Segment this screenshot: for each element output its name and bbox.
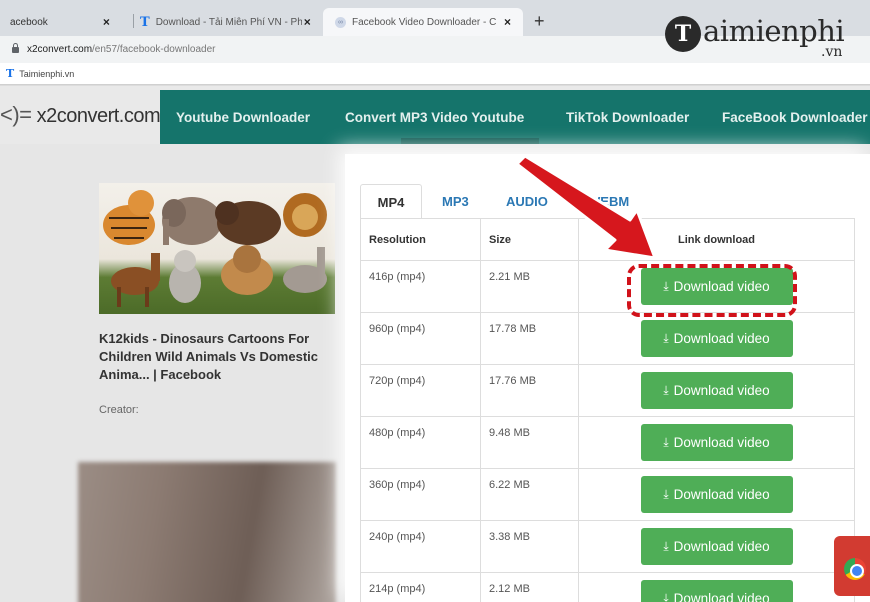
tab-separator [133,14,134,28]
tab-taimienphi[interactable]: T Download - Tải Miễn Phí VN - Ph × [140,8,320,36]
close-icon[interactable]: × [103,15,110,29]
download-video-button[interactable]: ⤓ Download video [640,320,793,357]
row-resolution: 214p (mp4) [360,572,481,602]
row-link-cell: ⤓ Download video [578,572,855,602]
download-icon: ⤓ [663,487,669,501]
watermark-suffix: .vn [821,44,843,60]
button-label: Download video [673,383,770,398]
table-row: 480p (mp4) 9.48 MB ⤓ Download video [360,416,855,469]
row-resolution: 240p (mp4) [360,520,481,573]
button-label: Download video [673,435,770,450]
row-resolution: 960p (mp4) [360,312,481,365]
bookmark-taimienphi[interactable]: Taimienphi.vn [19,69,74,79]
video-creator: Creator: [99,404,139,416]
new-tab-button[interactable]: + [534,11,545,32]
download-icon: ⤓ [663,539,669,553]
tab-mp4[interactable]: MP4 [360,184,422,219]
video-thumbnail [99,183,335,314]
close-icon[interactable]: × [304,15,311,29]
tab-title: acebook [10,16,48,28]
watermark-letter: T [665,16,701,52]
nav-youtube-downloader[interactable]: Youtube Downloader [176,90,310,144]
animals-illustration-icon [103,190,327,307]
table-row: 720p (mp4) 17.76 MB ⤓ Download video [360,364,855,417]
button-label: Download video [673,591,770,602]
table-row: 360p (mp4) 6.22 MB ⤓ Download video [360,468,855,521]
close-icon[interactable]: × [504,15,511,29]
lock-icon [12,43,19,53]
taimienphi-favicon-icon: T [140,14,150,30]
button-label: Download video [673,487,770,502]
nav-tiktok-downloader[interactable]: TikTok Downloader [566,90,689,144]
taimienphi-watermark-logo: T aimienphi .vn [663,8,868,64]
download-icon: ⤓ [663,383,669,397]
logo-bracket-icon: <)= [0,102,32,127]
site-logo[interactable]: <)= x2convert.com [0,102,161,128]
download-video-button[interactable]: ⤓ Download video [640,580,793,602]
tab-mp3[interactable]: MP3 [442,184,469,219]
row-size: 6.22 MB [480,468,579,521]
site-header: <)= x2convert.com Youtube Downloader Con… [0,86,870,144]
table-row: 240p (mp4) 3.38 MB ⤓ Download video [360,520,855,573]
row-resolution: 720p (mp4) [360,364,481,417]
download-icon: ⤓ [663,435,669,449]
blurred-ad-image [78,462,336,602]
tab-facebook-video-downloader[interactable]: ∞ Facebook Video Downloader - C × [323,8,523,36]
row-size: 9.48 MB [480,416,579,469]
table-row: 960p (mp4) 17.78 MB ⤓ Download video [360,312,855,365]
row-size: 3.38 MB [480,520,579,573]
video-title: K12kids - Dinosaurs Cartoons For Childre… [99,331,319,382]
row-resolution: 416p (mp4) [360,260,481,313]
bookmarks-bar: T Taimienphi.vn [0,63,870,85]
nav-facebook-downloader[interactable]: FaceBook Downloader [722,90,868,144]
row-size: 17.76 MB [480,364,579,417]
url-field[interactable]: x2convert.com/en57/facebook-downloader [4,38,664,60]
download-video-button[interactable]: ⤓ Download video [640,372,793,409]
video-info: K12kids - Dinosaurs Cartoons For Childre… [0,144,345,602]
logo-text: x2convert.com [36,105,161,127]
main-nav: Youtube Downloader Convert MP3 Video You… [160,90,870,144]
row-link-cell: ⤓ Download video [578,416,855,469]
highlight-dashed-box [627,264,797,317]
tab-title: Facebook Video Downloader - C [352,16,497,28]
table-row: 214p (mp4) 2.12 MB ⤓ Download video [360,572,855,602]
row-resolution: 360p (mp4) [360,468,481,521]
row-link-cell: ⤓ Download video [578,364,855,417]
row-link-cell: ⤓ Download video [578,468,855,521]
row-size: 17.78 MB [480,312,579,365]
row-resolution: 480p (mp4) [360,416,481,469]
url-path: /en57/facebook-downloader [92,43,216,55]
tab-title: Download - Tải Miễn Phí VN - Ph [155,16,302,28]
watermark-text: aimienphi [703,14,845,48]
nav-active-indicator [401,138,539,144]
header-resolution: Resolution [360,218,481,261]
tab-facebook[interactable]: acebook × [10,8,132,36]
download-video-button[interactable]: ⤓ Download video [640,424,793,461]
row-link-cell: ⤓ Download video [578,520,855,573]
download-icon: ⤓ [663,591,669,602]
link-favicon-icon: ∞ [335,16,346,28]
button-label: Download video [673,539,770,554]
chrome-icon[interactable] [834,536,870,596]
site-page: <)= x2convert.com Youtube Downloader Con… [0,86,870,602]
row-size: 2.12 MB [480,572,579,602]
button-label: Download video [673,331,770,346]
url-host: x2convert.com [27,43,93,55]
download-video-button[interactable]: ⤓ Download video [640,476,793,513]
taimienphi-favicon-icon: T [6,67,15,80]
nav-convert-mp3[interactable]: Convert MP3 Video Youtube [345,90,524,144]
download-icon: ⤓ [663,331,669,345]
red-arrow-icon [515,154,657,260]
row-link-cell: ⤓ Download video [578,312,855,365]
download-video-button[interactable]: ⤓ Download video [640,528,793,565]
